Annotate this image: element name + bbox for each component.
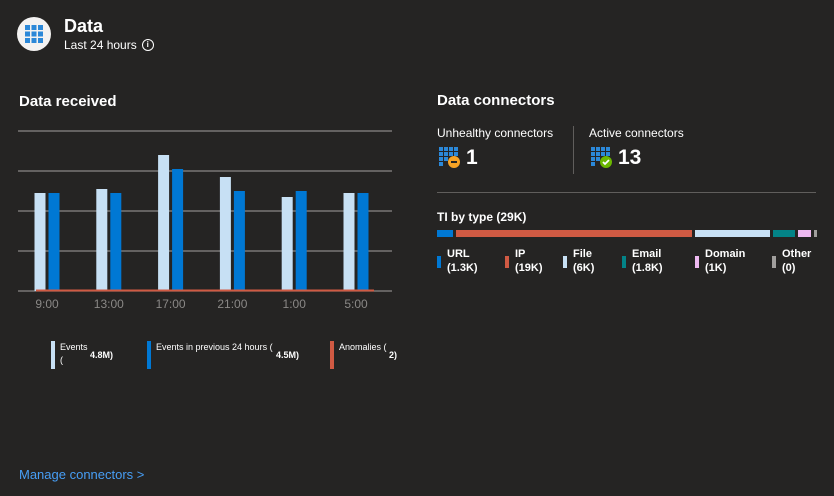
chart-x-tick-label: 5:00 xyxy=(344,297,368,311)
ti-bar-segment-other xyxy=(813,230,817,237)
legend-anomalies: Anomalies ( 2) xyxy=(330,341,397,369)
chart-bar-events xyxy=(343,193,355,291)
manage-connectors-link[interactable]: Manage connectors > xyxy=(19,467,144,482)
data-connectors-title: Data connectors xyxy=(437,92,555,109)
ti-legend-value: (0) xyxy=(782,262,796,274)
page-title: Data xyxy=(64,16,104,36)
ti-bar-segment-email xyxy=(772,230,796,237)
unhealthy-connectors-label: Unhealthy connectors xyxy=(437,126,554,140)
time-range-label: Last 24 hours xyxy=(64,38,137,52)
ti-legend-item-other: Other (0) xyxy=(772,247,811,275)
ti-legend-value: (19K) xyxy=(515,262,543,274)
chart-x-tick-label: 1:00 xyxy=(283,297,307,311)
ti-legend-name: IP xyxy=(515,248,526,260)
grid-icon xyxy=(25,25,43,43)
ti-by-type-title: TI by type (29K) xyxy=(437,210,527,224)
ti-legend-name: URL xyxy=(447,248,470,260)
chart-bar-events xyxy=(158,155,170,291)
ti-legend-item-email: Email (1.8K) xyxy=(622,247,663,275)
ti-legend-text: File (6K) xyxy=(573,247,594,275)
legend-anomalies-swatch xyxy=(330,341,334,369)
active-connectors-count: 13 xyxy=(618,146,642,169)
chart-bar-prev-events xyxy=(172,169,184,291)
ti-legend-item-file: File (6K) xyxy=(563,247,594,275)
section-divider xyxy=(437,192,816,193)
ti-legend-swatch xyxy=(772,256,776,268)
connector-warning-icon xyxy=(439,147,460,168)
chart-x-tick-label: 13:00 xyxy=(94,297,124,311)
ti-legend-value: (6K) xyxy=(573,262,595,274)
ti-legend-value: (1.3K) xyxy=(447,262,478,274)
ti-legend-text: Other (0) xyxy=(782,247,811,275)
ti-legend-swatch xyxy=(437,256,441,268)
chart-x-tick-label: 21:00 xyxy=(217,297,247,311)
ti-legend-swatch xyxy=(563,256,567,268)
active-connectors[interactable]: 13 xyxy=(591,146,641,170)
chart-bar-prev-events xyxy=(295,191,307,291)
legend-events-swatch xyxy=(51,341,55,369)
ti-bar-segment-file xyxy=(695,230,770,237)
chart-bar-events xyxy=(96,189,108,291)
chart-bar-events xyxy=(281,197,293,291)
legend-prev-events-value: 4.5M) xyxy=(276,349,300,360)
chart-bar-events xyxy=(34,193,46,291)
chart-bar-prev-events xyxy=(48,193,60,291)
ti-legend-text: IP (19K) xyxy=(515,247,543,275)
ti-legend-name: Email xyxy=(632,248,662,260)
ti-legend-text: Domain (1K) xyxy=(705,247,745,275)
chart-bar-prev-events xyxy=(110,193,122,291)
active-connectors-label: Active connectors xyxy=(589,126,684,140)
data-header-icon xyxy=(17,17,51,51)
ti-legend-swatch xyxy=(695,256,699,268)
legend-events-label: Events ( xyxy=(60,342,88,365)
data-received-chart: 9:00 13:00 17:00 21:00 1:00 5:00 xyxy=(18,130,392,311)
legend-prev-events-swatch xyxy=(147,341,151,369)
info-icon[interactable]: i xyxy=(141,39,154,51)
ti-legend-swatch xyxy=(622,256,626,268)
legend-anomalies-label: Anomalies ( xyxy=(339,342,387,352)
ti-legend-swatch xyxy=(505,256,509,268)
ti-legend-text: URL (1.3K) xyxy=(447,247,478,275)
legend-events-value: 4.8M) xyxy=(90,349,114,360)
connector-check-icon xyxy=(591,147,612,168)
legend-prev-events-label: Events in previous 24 hours ( xyxy=(156,342,273,352)
connectors-divider xyxy=(573,126,574,174)
legend-events: Events ( 4.8M) xyxy=(51,341,113,369)
time-range: Last 24 hours i xyxy=(64,38,154,52)
chart-x-tick-label: 17:00 xyxy=(156,297,186,311)
ti-bar-segment-domain xyxy=(798,230,811,237)
ti-legend-name: Other xyxy=(782,248,812,260)
chart-bar-events xyxy=(219,177,231,291)
ti-bar-segment-url xyxy=(437,230,454,237)
chart-bar-prev-events xyxy=(233,191,245,291)
data-received-title: Data received xyxy=(19,93,117,110)
ti-bar-segment-ip xyxy=(456,230,693,237)
ti-legend-text: Email (1.8K) xyxy=(632,247,663,275)
unhealthy-connectors-count: 1 xyxy=(466,146,478,169)
ti-legend-name: Domain xyxy=(705,248,746,260)
ti-legend-item-domain: Domain (1K) xyxy=(695,247,745,275)
ti-legend-item-ip: IP (19K) xyxy=(505,247,543,275)
legend-anomalies-value: 2) xyxy=(389,349,398,360)
unhealthy-connectors[interactable]: 1 xyxy=(439,146,478,170)
chart-bar-prev-events xyxy=(357,193,369,291)
ti-legend-name: File xyxy=(573,248,592,260)
ti-legend-value: (1.8K) xyxy=(632,262,663,274)
ti-legend-value: (1K) xyxy=(705,262,727,274)
chart-x-tick-label: 9:00 xyxy=(35,297,59,311)
legend-prev-events: Events in previous 24 hours ( 4.5M) xyxy=(147,341,299,369)
ti-legend-item-url: URL (1.3K) xyxy=(437,247,478,275)
